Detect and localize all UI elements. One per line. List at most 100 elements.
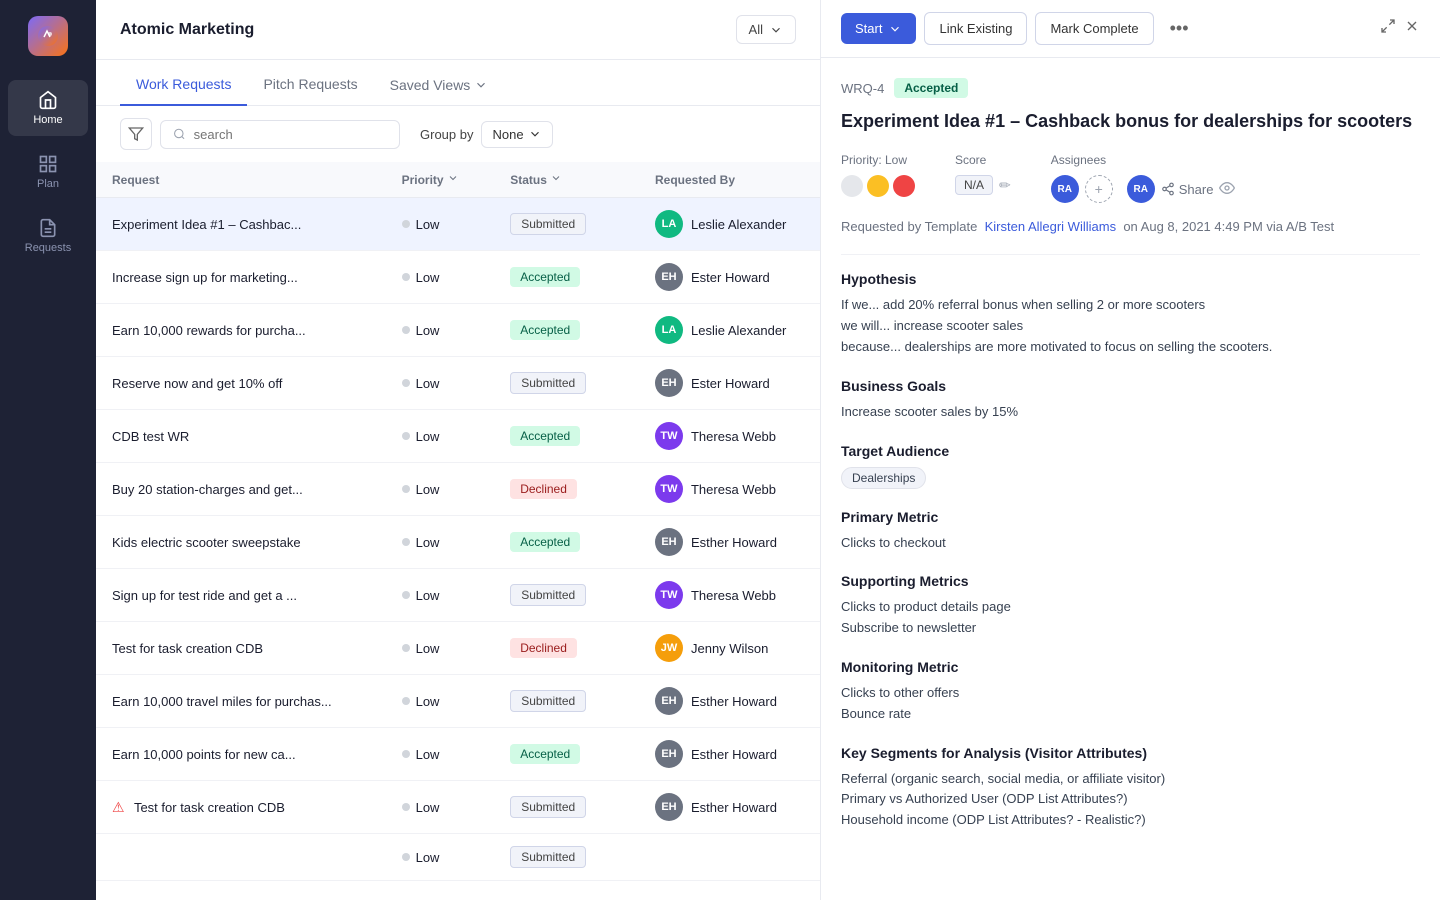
group-by-selector[interactable]: None	[481, 121, 552, 148]
status-badge: Declined	[510, 479, 577, 499]
request-cell: CDB test WR	[96, 410, 386, 463]
col-request[interactable]: Request	[112, 173, 370, 187]
status-badge: Accepted	[894, 78, 968, 98]
all-dropdown[interactable]: All	[736, 15, 796, 44]
sidebar-item-home[interactable]: Home	[8, 80, 88, 136]
assignees-label: Assignees	[1051, 153, 1236, 167]
table-row[interactable]: Experiment Idea #1 – Cashbac... Low Subm…	[96, 198, 820, 251]
table-row[interactable]: Buy 20 station-charges and get... Low De…	[96, 463, 820, 516]
chevron-down-icon	[474, 78, 488, 92]
tab-saved-views[interactable]: Saved Views	[374, 61, 505, 105]
requester-cell: LA Leslie Alexander	[639, 198, 820, 251]
sidebar-item-requests[interactable]: Requests	[8, 208, 88, 264]
status-cell: Accepted	[494, 251, 639, 304]
request-name: Sign up for test ride and get a ...	[112, 588, 297, 603]
avatar: EH	[655, 369, 683, 397]
close-icon	[1404, 18, 1420, 34]
requester-name: Leslie Alexander	[691, 217, 786, 232]
requester-link[interactable]: Kirsten Allegri Williams	[985, 219, 1116, 234]
requests-table-container: Request Priority Status	[96, 162, 820, 900]
group-by-label: Group by	[420, 127, 473, 142]
priority-value: Low	[416, 376, 440, 391]
request-cell: Buy 20 station-charges and get...	[96, 463, 386, 516]
table-row[interactable]: Reserve now and get 10% off Low Submitte…	[96, 357, 820, 410]
col-priority[interactable]: Priority	[402, 172, 479, 187]
close-panel-button[interactable]	[1404, 18, 1420, 39]
filter-button[interactable]	[120, 118, 152, 150]
supporting-metrics-content: Clicks to product details page Subscribe…	[841, 597, 1420, 639]
requester-name: Theresa Webb	[691, 588, 776, 603]
table-row[interactable]: Low Submitted	[96, 834, 820, 881]
table-row[interactable]: Kids electric scooter sweepstake Low Acc…	[96, 516, 820, 569]
table-row[interactable]: ⚠ Test for task creation CDB Low Submitt…	[96, 781, 820, 834]
request-name: Experiment Idea #1 – Cashbac...	[112, 217, 301, 232]
requester-cell: JW Jenny Wilson	[639, 622, 820, 675]
status-cell: Accepted	[494, 516, 639, 569]
mark-complete-button[interactable]: Mark Complete	[1035, 12, 1153, 45]
panel-meta-row: Priority: Low Score N/A ✏ Assignees RA	[841, 153, 1420, 203]
request-cell: Increase sign up for marketing...	[96, 251, 386, 304]
avatar: EH	[655, 528, 683, 556]
sidebar-item-requests-label: Requests	[25, 242, 71, 254]
priority-dot	[402, 485, 410, 493]
request-cell: Kids electric scooter sweepstake	[96, 516, 386, 569]
table-row[interactable]: Earn 10,000 rewards for purcha... Low Ac…	[96, 304, 820, 357]
expand-panel-button[interactable]	[1380, 18, 1396, 39]
more-options-button[interactable]: •••	[1162, 14, 1197, 43]
search-input[interactable]	[194, 127, 387, 142]
request-cell: Sign up for test ride and get a ...	[96, 569, 386, 622]
requester-name: Theresa Webb	[691, 482, 776, 497]
sort-icon	[447, 172, 459, 184]
sidebar-item-plan-label: Plan	[37, 178, 59, 190]
wrq-row: WRQ-4 Accepted	[841, 78, 1420, 98]
avatar: LA	[655, 210, 683, 238]
monitoring-line1: Clicks to other offers	[841, 683, 1420, 704]
share-button[interactable]: Share	[1161, 182, 1214, 197]
request-cell: Earn 10,000 travel miles for purchas...	[96, 675, 386, 728]
link-existing-button[interactable]: Link Existing	[924, 12, 1027, 45]
tab-pitch-requests[interactable]: Pitch Requests	[247, 60, 373, 106]
supporting-line1: Clicks to product details page	[841, 597, 1420, 618]
requester-cell: LA Leslie Alexander	[639, 304, 820, 357]
request-name: Earn 10,000 travel miles for purchas...	[112, 694, 332, 709]
requester-cell: TW Theresa Webb	[639, 569, 820, 622]
request-cell: Experiment Idea #1 – Cashbac...	[96, 198, 386, 251]
add-assignee-button[interactable]: +	[1085, 175, 1113, 203]
priority-cell: Low	[386, 622, 495, 675]
eye-icon	[1219, 180, 1235, 196]
table-row[interactable]: Increase sign up for marketing... Low Ac…	[96, 251, 820, 304]
target-audience-section: Target Audience Dealerships	[841, 443, 1420, 489]
status-badge: Accepted	[510, 320, 580, 340]
request-cell: Earn 10,000 points for new ca...	[96, 728, 386, 781]
status-cell: Accepted	[494, 304, 639, 357]
edit-score-button[interactable]: ✏	[999, 177, 1011, 194]
avatar: LA	[655, 316, 683, 344]
supporting-metrics-section: Supporting Metrics Clicks to product det…	[841, 573, 1420, 639]
request-name: Earn 10,000 rewards for purcha...	[112, 323, 306, 338]
request-name: Test for task creation CDB	[112, 641, 263, 656]
assignee-1: RA	[1051, 175, 1079, 203]
col-status[interactable]: Status	[510, 172, 623, 187]
request-cell	[96, 834, 386, 881]
requester-name: Jenny Wilson	[691, 641, 768, 656]
status-badge: Accepted	[510, 426, 580, 446]
tab-work-requests[interactable]: Work Requests	[120, 60, 247, 106]
visibility-button[interactable]	[1219, 180, 1235, 199]
avatar: JW	[655, 634, 683, 662]
requested-by-row: Requested by Template Kirsten Allegri Wi…	[841, 219, 1420, 234]
table-row[interactable]: CDB test WR Low Accepted TW Theresa Webb	[96, 410, 820, 463]
priority-cell: Low	[386, 675, 495, 728]
requester-cell	[639, 834, 820, 881]
key-segments-title: Key Segments for Analysis (Visitor Attri…	[841, 745, 1420, 761]
table-row[interactable]: Earn 10,000 points for new ca... Low Acc…	[96, 728, 820, 781]
priority-dot	[402, 220, 410, 228]
requester-cell: EH Esther Howard	[639, 675, 820, 728]
priority-dot	[402, 273, 410, 281]
table-row[interactable]: Test for task creation CDB Low Declined …	[96, 622, 820, 675]
supporting-line2: Subscribe to newsletter	[841, 618, 1420, 639]
table-row[interactable]: Earn 10,000 travel miles for purchas... …	[96, 675, 820, 728]
sidebar-item-plan[interactable]: Plan	[8, 144, 88, 200]
start-button[interactable]: Start	[841, 13, 916, 44]
table-row[interactable]: Sign up for test ride and get a ... Low …	[96, 569, 820, 622]
app-logo	[28, 16, 68, 56]
